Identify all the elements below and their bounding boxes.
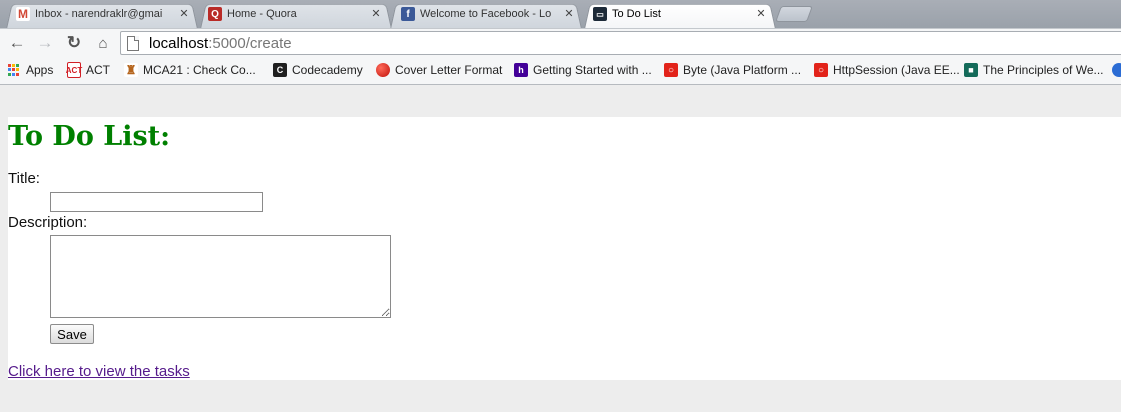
tab-quora-close-icon[interactable]: ✕ — [370, 7, 382, 21]
home-icon[interactable]: ⌂ — [93, 33, 113, 53]
bookmark-mca21[interactable]: ♜ MCA21 : Check Co... — [124, 62, 256, 78]
gmail-icon: M — [16, 7, 30, 21]
save-button[interactable]: Save — [50, 324, 94, 344]
page-viewport: To Do List: Title: Description: Save Cli… — [0, 85, 1121, 412]
reload-icon[interactable]: ↻ — [64, 33, 84, 53]
url-path: :5000/create — [208, 35, 292, 52]
oracle-icon: ○ — [814, 63, 828, 77]
title-input[interactable] — [50, 192, 263, 212]
page-title: To Do List: — [8, 121, 171, 152]
bookmark-byte-label: Byte (Java Platform ... — [683, 63, 802, 77]
codecademy-icon: C — [273, 63, 287, 77]
back-arrow-icon[interactable]: ← — [7, 33, 27, 53]
page-icon — [127, 36, 139, 51]
apps-grid-icon — [8, 64, 20, 76]
tab-todo-list-title: To Do List — [612, 8, 661, 20]
bookmark-codecademy[interactable]: C Codecademy — [273, 62, 363, 78]
tab-inbox-title: Inbox - narendraklr@gmai — [35, 8, 163, 20]
address-bar[interactable]: localhost:5000/create — [120, 31, 1121, 55]
bookmark-byte[interactable]: ○ Byte (Java Platform ... — [664, 62, 801, 78]
tab-inbox-close-icon[interactable]: ✕ — [178, 7, 190, 21]
red-ball-icon — [376, 63, 390, 77]
bookmark-getting-started[interactable]: h Getting Started with ... — [514, 62, 652, 78]
tab-inbox-content: M Inbox - narendraklr@gmai — [16, 6, 170, 22]
bookmark-mca21-label: MCA21 : Check Co... — [143, 63, 256, 77]
overflow-icon — [1112, 63, 1121, 77]
tab-todo-list-close-icon[interactable]: ✕ — [755, 7, 767, 21]
oracle-icon: ○ — [664, 63, 678, 77]
tab-facebook-content: f Welcome to Facebook - Lo — [401, 6, 558, 22]
terminal-icon: ▭ — [593, 7, 607, 21]
bookmark-httpsession[interactable]: ○ HttpSession (Java EE... — [814, 62, 960, 78]
title-label: Title: — [8, 170, 40, 187]
view-tasks-link[interactable]: Click here to view the tasks — [8, 363, 190, 380]
tab-todo-list-content: ▭ To Do List — [593, 6, 753, 22]
bookmark-act-label: ACT — [86, 63, 110, 77]
todo-form-container: To Do List: Title: Description: Save Cli… — [8, 117, 1121, 380]
emblem-icon: ♜ — [124, 63, 138, 77]
bookmark-httpsession-label: HttpSession (Java EE... — [833, 63, 960, 77]
forward-arrow-icon[interactable]: → — [35, 33, 55, 53]
bookmark-apps-label: Apps — [26, 63, 54, 77]
bookmarks-bar: Apps ACT ACT ♜ MCA21 : Check Co... C Cod… — [0, 57, 1121, 85]
tab-quora-title: Home - Quora — [227, 8, 297, 20]
bookmark-overflow-icon[interactable] — [1112, 62, 1121, 78]
description-textarea[interactable] — [50, 235, 391, 318]
tab-quora-content: Q Home - Quora — [208, 6, 368, 22]
tab-facebook-close-icon[interactable]: ✕ — [563, 7, 575, 21]
bookmark-apps[interactable]: Apps — [8, 62, 53, 78]
heroku-icon: h — [514, 63, 528, 77]
bookmark-getting-started-label: Getting Started with ... — [533, 63, 652, 77]
address-bar-url: localhost:5000/create — [149, 35, 292, 52]
new-tab-button[interactable] — [775, 6, 813, 22]
bookmark-cover-letter-label: Cover Letter Format — [395, 63, 503, 77]
act-icon: ACT — [66, 62, 82, 78]
browser-toolbar: ← → ↻ ⌂ localhost:5000/create — [0, 28, 1121, 57]
facebook-icon: f — [401, 7, 415, 21]
tab-facebook-title: Welcome to Facebook - Lo — [420, 8, 552, 20]
browser-tab-strip: M Inbox - narendraklr@gmai ✕ Q Home - Qu… — [0, 0, 1121, 28]
bookmark-cover-letter[interactable]: Cover Letter Format — [376, 62, 502, 78]
bookmark-codecademy-label: Codecademy — [292, 63, 363, 77]
url-host: localhost — [149, 35, 209, 52]
description-label: Description: — [8, 214, 88, 231]
bookmark-principles[interactable]: ■ The Principles of We... — [964, 62, 1104, 78]
quora-icon: Q — [208, 7, 222, 21]
green-square-icon: ■ — [964, 63, 978, 77]
bookmark-principles-label: The Principles of We... — [983, 63, 1104, 77]
bookmark-act[interactable]: ACT ACT — [66, 62, 110, 78]
